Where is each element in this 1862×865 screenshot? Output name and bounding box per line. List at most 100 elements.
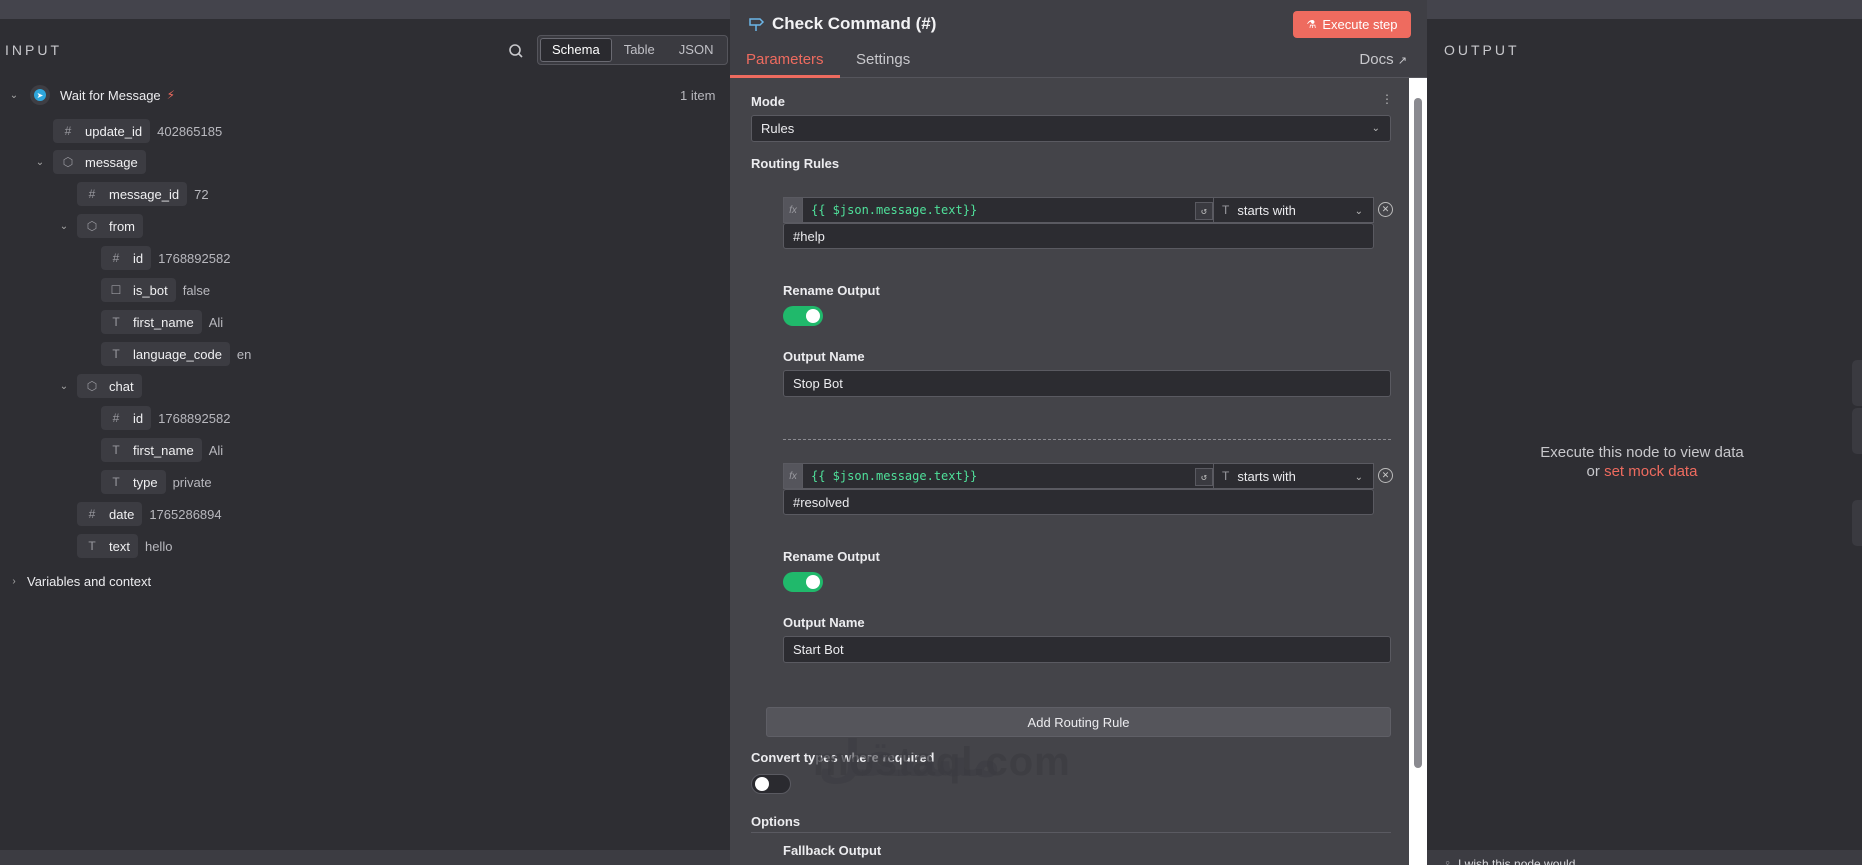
- remove-rule-1-icon[interactable]: ✕: [1378, 202, 1393, 217]
- object-type-icon: ⬡: [62, 155, 74, 169]
- chevron-down-icon: ⌄: [1354, 472, 1363, 483]
- rule-1-output-name-input[interactable]: Stop Bot: [783, 370, 1391, 397]
- node-title: Check Command (#): [772, 14, 937, 33]
- field-chat[interactable]: ⌄ ⬡ chat: [58, 373, 142, 399]
- watermark-text: mostaql.com: [813, 740, 1071, 784]
- output-title: OUTPUT: [1444, 42, 1520, 58]
- reset-icon[interactable]: ↺: [1195, 468, 1213, 486]
- routing-rules-label: Routing Rules: [751, 156, 840, 171]
- lightbulb-icon: ♀: [1443, 857, 1452, 865]
- input-title: INPUT: [5, 42, 62, 58]
- remove-rule-2-icon[interactable]: ✕: [1378, 468, 1393, 483]
- feedback-hint[interactable]: ♀ I wish this node would...: [1443, 857, 1585, 865]
- field-message-id[interactable]: # message_id 72: [77, 181, 209, 207]
- rule-2-output-name-input[interactable]: Start Bot: [783, 636, 1391, 663]
- search-icon[interactable]: [505, 40, 527, 62]
- field-message[interactable]: ⌄ ⬡ message: [34, 149, 146, 175]
- field-date[interactable]: # date 1765286894: [77, 501, 222, 527]
- field-is-bot[interactable]: ☐ is_bot false: [101, 277, 210, 303]
- chevron-down-icon: ⌄: [1371, 123, 1380, 134]
- string-type-icon: T: [88, 539, 96, 553]
- item-count: 1 item: [680, 87, 716, 103]
- string-type-icon: T: [1222, 469, 1230, 483]
- number-type-icon: #: [112, 251, 120, 265]
- field-from[interactable]: ⌄ ⬡ from: [58, 213, 143, 239]
- rule-1-expression[interactable]: {{ $json.message.text}} ↺: [803, 197, 1214, 223]
- set-mock-data-link[interactable]: set mock data: [1604, 463, 1697, 480]
- rule-2-rename-toggle[interactable]: [783, 572, 823, 592]
- trigger-bolt-icon: ⚡: [166, 88, 176, 102]
- object-type-icon: ⬡: [86, 219, 98, 233]
- string-type-icon: T: [112, 475, 120, 489]
- field-chat-type[interactable]: Ttype private: [101, 469, 212, 495]
- convert-types-toggle[interactable]: [751, 774, 791, 794]
- telegram-icon: ➤: [30, 85, 50, 105]
- string-type-icon: T: [112, 443, 120, 457]
- rule-1-operator-select[interactable]: T starts with ⌄: [1214, 197, 1374, 223]
- rule-1-rename-label: Rename Output: [783, 283, 880, 298]
- field-chat-id[interactable]: # id 1768892582: [101, 405, 230, 431]
- object-type-icon: ⬡: [86, 379, 98, 393]
- output-or-text: or: [1586, 463, 1600, 480]
- rule-1-condition: fx {{ $json.message.text}} ↺ T starts wi…: [783, 197, 1374, 223]
- node-row[interactable]: ⌄ ➤ Wait for Message ⚡: [8, 82, 175, 108]
- fx-icon: fx: [783, 197, 803, 223]
- node-name: Wait for Message: [60, 87, 161, 103]
- external-link-icon: ↗: [1397, 55, 1407, 67]
- rule-2-output-name-label: Output Name: [783, 615, 865, 630]
- rule-1-value-input[interactable]: #help: [783, 223, 1374, 249]
- more-options-icon[interactable]: ⋮: [1381, 92, 1393, 106]
- rule-2-value-input[interactable]: #resolved: [783, 489, 1374, 515]
- tab-settings[interactable]: Settings: [856, 51, 910, 68]
- chevron-down-icon[interactable]: ⌄: [8, 90, 20, 101]
- string-type-icon: T: [112, 347, 120, 361]
- chevron-down-icon[interactable]: ⌄: [58, 381, 70, 392]
- field-from-id[interactable]: # id 1768892582: [101, 245, 230, 271]
- output-empty-state: Execute this node to view data or set mo…: [1487, 443, 1797, 481]
- field-text[interactable]: Ttext hello: [77, 533, 172, 559]
- number-type-icon: #: [88, 187, 96, 201]
- mode-label: Mode: [751, 94, 785, 109]
- router-icon: [749, 18, 765, 31]
- view-json-button[interactable]: JSON: [667, 38, 726, 62]
- view-table-button[interactable]: Table: [612, 38, 667, 62]
- node-tabs: Parameters Settings Docs ↗: [730, 48, 1427, 78]
- chevron-down-icon: ⌄: [1354, 206, 1363, 217]
- view-schema-button[interactable]: Schema: [540, 38, 612, 62]
- field-update-id[interactable]: # update_id 402865185: [53, 118, 222, 144]
- field-language-code[interactable]: Tlanguage_code en: [101, 341, 251, 367]
- rule-2-rename-label: Rename Output: [783, 549, 880, 564]
- reset-icon[interactable]: ↺: [1195, 202, 1213, 220]
- side-handle[interactable]: [1852, 360, 1862, 406]
- tab-parameters[interactable]: Parameters: [746, 51, 824, 68]
- chevron-down-icon[interactable]: ⌄: [58, 221, 70, 232]
- number-type-icon: #: [88, 507, 96, 521]
- rule-2-expression[interactable]: {{ $json.message.text}} ↺: [803, 463, 1214, 489]
- number-type-icon: #: [64, 124, 72, 138]
- docs-link[interactable]: Docs ↗: [1359, 51, 1407, 68]
- side-handle[interactable]: [1852, 408, 1862, 454]
- chevron-right-icon[interactable]: ›: [8, 576, 20, 587]
- chevron-down-icon[interactable]: ⌄: [34, 157, 46, 168]
- options-label: Options: [751, 814, 801, 829]
- rule-1-output-name-label: Output Name: [783, 349, 865, 364]
- scrollbar-thumb[interactable]: [1414, 98, 1422, 768]
- mode-select[interactable]: Rules ⌄: [751, 115, 1391, 142]
- options-divider: [751, 832, 1391, 833]
- rule-divider: [783, 439, 1391, 440]
- rule-2-operator-select[interactable]: T starts with ⌄: [1214, 463, 1374, 489]
- fallback-output-label: Fallback Output: [783, 843, 882, 858]
- side-handle[interactable]: [1852, 500, 1862, 546]
- string-type-icon: T: [112, 315, 120, 329]
- execute-step-button[interactable]: ⚗ Execute step: [1293, 11, 1411, 38]
- number-type-icon: #: [112, 411, 120, 425]
- field-from-first-name[interactable]: Tfirst_name Ali: [101, 309, 223, 335]
- view-switcher: Schema Table JSON: [537, 35, 729, 65]
- field-chat-first-name[interactable]: Tfirst_name Ali: [101, 437, 223, 463]
- boolean-type-icon: ☐: [110, 283, 122, 297]
- variables-context-row[interactable]: › Variables and context: [8, 568, 151, 594]
- output-empty-text: Execute this node to view data: [1540, 444, 1744, 461]
- rule-1-rename-toggle[interactable]: [783, 306, 823, 326]
- string-type-icon: T: [1222, 203, 1230, 217]
- output-panel: [1427, 19, 1862, 865]
